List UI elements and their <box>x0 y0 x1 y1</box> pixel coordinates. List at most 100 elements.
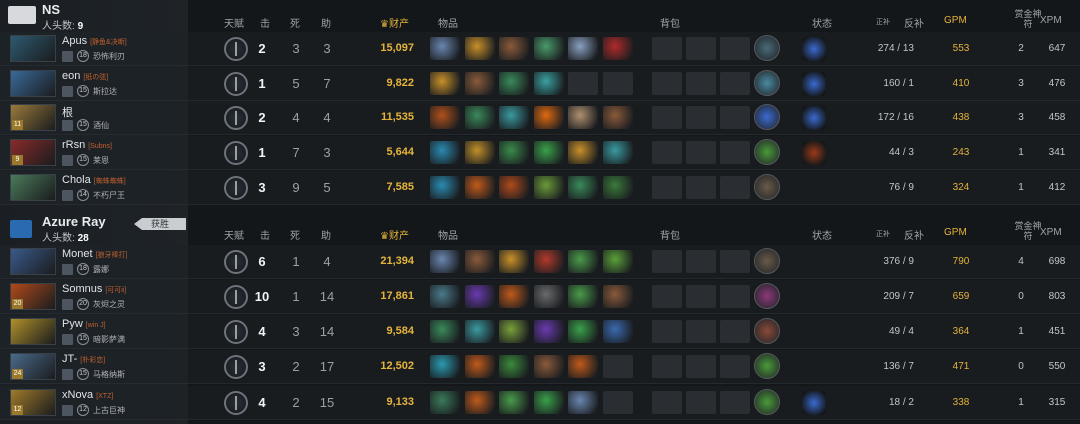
item-slot[interactable] <box>464 141 495 164</box>
item-slot[interactable] <box>499 37 529 60</box>
player-row[interactable]: 9 rRsn [Subns] 15 莱恩 <box>0 136 188 170</box>
item-slot[interactable] <box>568 391 598 414</box>
neutral-item-icon[interactable] <box>754 353 780 379</box>
item-slot[interactable] <box>533 355 564 378</box>
item-slot[interactable] <box>499 176 529 199</box>
player-name[interactable]: eon [纸の弦] <box>62 70 108 82</box>
neutral-item-icon[interactable] <box>754 283 780 309</box>
player-name[interactable]: Pyw [win J] <box>62 318 106 330</box>
player-name[interactable]: Somnus [可可ii] <box>62 283 126 295</box>
neutral-item-icon[interactable] <box>754 248 780 274</box>
neutral-item-icon[interactable] <box>754 35 780 61</box>
item-slot[interactable] <box>499 391 529 414</box>
player-row[interactable]: 20 Somnus [可可ii] 20 灰烬之灵 <box>0 280 188 314</box>
item-slot[interactable] <box>602 176 633 199</box>
talent-tree-icon[interactable] <box>224 141 248 165</box>
item-slot[interactable] <box>533 320 564 343</box>
status-buff-icon[interactable] <box>802 72 826 96</box>
player-name-text[interactable]: Apus <box>62 35 87 47</box>
status-buff-icon[interactable] <box>802 37 826 61</box>
item-slot[interactable] <box>464 391 495 414</box>
item-slot[interactable] <box>533 72 564 95</box>
item-slot[interactable] <box>430 250 460 273</box>
item-slot[interactable] <box>533 37 564 60</box>
item-slot[interactable] <box>568 320 598 343</box>
talent-tree-icon[interactable] <box>224 106 248 130</box>
status-buff-icon[interactable] <box>802 391 826 415</box>
item-slot[interactable] <box>533 285 564 308</box>
item-slot[interactable] <box>499 250 529 273</box>
item-slot[interactable] <box>568 106 598 129</box>
item-slot[interactable] <box>533 176 564 199</box>
talent-tree-icon[interactable] <box>224 250 248 274</box>
item-slot[interactable] <box>602 141 633 164</box>
item-slot[interactable] <box>430 141 460 164</box>
item-slot[interactable] <box>533 250 564 273</box>
item-slot[interactable] <box>464 320 495 343</box>
talent-tree-icon[interactable] <box>224 285 248 309</box>
neutral-item-icon[interactable] <box>754 174 780 200</box>
neutral-item-icon[interactable] <box>754 318 780 344</box>
player-name-text[interactable]: xNova <box>62 389 93 401</box>
player-name[interactable]: Monet [狼牙棒打] <box>62 248 127 260</box>
player-name[interactable]: rRsn [Subns] <box>62 139 112 151</box>
item-slot[interactable] <box>602 320 633 343</box>
status-buff-icon[interactable] <box>802 141 826 165</box>
player-name-text[interactable]: Chola <box>62 174 91 186</box>
item-slot[interactable] <box>568 250 598 273</box>
neutral-item-icon[interactable] <box>754 104 780 130</box>
item-slot[interactable] <box>464 355 495 378</box>
item-slot[interactable] <box>533 141 564 164</box>
item-slot[interactable] <box>464 106 495 129</box>
player-row[interactable]: eon [纸の弦] 15 斯拉达 <box>0 67 188 101</box>
item-slot[interactable] <box>430 176 460 199</box>
talent-tree-icon[interactable] <box>224 320 248 344</box>
player-name-text[interactable]: rRsn <box>62 139 85 151</box>
item-slot[interactable] <box>568 355 598 378</box>
neutral-item-icon[interactable] <box>754 389 780 415</box>
item-slot[interactable] <box>430 37 460 60</box>
talent-tree-icon[interactable] <box>224 37 248 61</box>
item-slot[interactable] <box>430 106 460 129</box>
item-slot[interactable] <box>499 141 529 164</box>
item-slot[interactable] <box>499 285 529 308</box>
player-name[interactable]: xNova [XTZ] <box>62 389 113 401</box>
item-slot[interactable] <box>499 320 529 343</box>
player-row[interactable]: 12 xNova [XTZ] 12 上古巨神 <box>0 386 188 420</box>
player-name[interactable]: Chola [蜘蛛蜘蛛] <box>62 174 126 186</box>
item-slot[interactable] <box>430 355 460 378</box>
item-slot[interactable] <box>602 250 633 273</box>
item-slot[interactable] <box>602 37 633 60</box>
item-slot[interactable] <box>464 37 495 60</box>
talent-tree-icon[interactable] <box>224 391 248 415</box>
player-row[interactable]: 11 根 15 酒仙 <box>0 101 188 135</box>
player-name[interactable]: 根 <box>62 104 73 120</box>
item-slot[interactable] <box>464 176 495 199</box>
player-name-text[interactable]: Pyw <box>62 318 83 330</box>
player-row[interactable]: 24 JT- [朴彩恋] 15 马格纳斯 <box>0 350 188 384</box>
item-slot[interactable] <box>430 320 460 343</box>
item-slot[interactable] <box>499 106 529 129</box>
talent-tree-icon[interactable] <box>224 176 248 200</box>
talent-tree-icon[interactable] <box>224 72 248 96</box>
status-buff-icon[interactable] <box>802 106 826 130</box>
item-slot[interactable] <box>568 176 598 199</box>
item-slot[interactable] <box>602 285 633 308</box>
player-row[interactable]: Monet [狼牙棒打] 18 露娜 <box>0 245 188 279</box>
item-slot[interactable] <box>499 355 529 378</box>
player-name-text[interactable]: 根 <box>62 107 73 119</box>
player-name-text[interactable]: eon <box>62 70 80 82</box>
item-slot[interactable] <box>602 106 633 129</box>
player-name[interactable]: JT- [朴彩恋] <box>62 353 105 365</box>
item-slot[interactable] <box>568 141 598 164</box>
player-name-text[interactable]: Somnus <box>62 283 102 295</box>
talent-tree-icon[interactable] <box>224 355 248 379</box>
player-row[interactable]: Pyw [win J] 15 暗影萨满 <box>0 315 188 349</box>
neutral-item-icon[interactable] <box>754 70 780 96</box>
player-row[interactable]: Chola [蜘蛛蜘蛛] 14 不朽尸王 <box>0 171 188 205</box>
neutral-item-icon[interactable] <box>754 139 780 165</box>
player-name[interactable]: Apus [静鱼&决断] <box>62 35 127 47</box>
item-slot[interactable] <box>568 37 598 60</box>
item-slot[interactable] <box>464 250 495 273</box>
item-slot[interactable] <box>533 391 564 414</box>
